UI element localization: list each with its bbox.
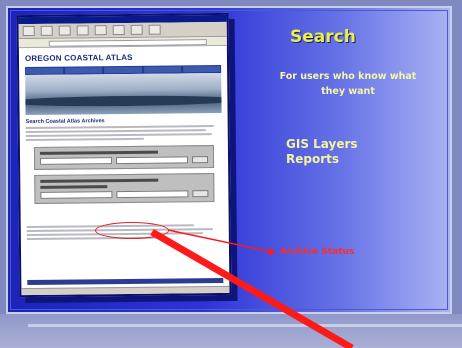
- big-arrow-line: [150, 228, 354, 348]
- arrow-overlay: [150, 228, 354, 348]
- thin-arrow-head: [268, 248, 276, 256]
